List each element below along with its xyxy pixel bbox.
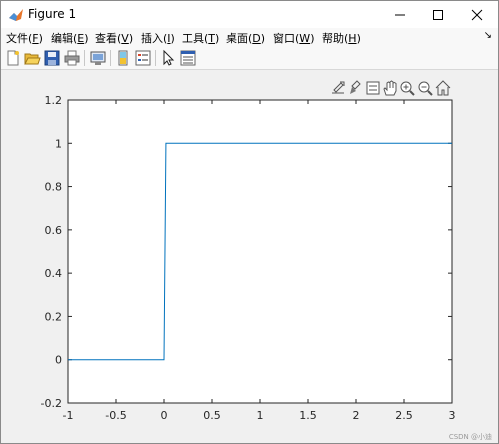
x-tick-label: 1.5 bbox=[299, 409, 317, 422]
x-tick-label: 3 bbox=[449, 409, 456, 422]
figure-window: Figure 1 文件(F) 编辑(E) 查看(V) 插入(I) 工具(T) 桌… bbox=[0, 0, 499, 444]
y-tick-label: 0.2 bbox=[45, 310, 63, 323]
x-tick-label: 0.5 bbox=[203, 409, 221, 422]
y-tick-label: 0 bbox=[55, 354, 62, 367]
watermark: CSDN @小迪 bbox=[448, 433, 492, 441]
x-tick-label: -1 bbox=[63, 409, 74, 422]
y-tick-label: 0.6 bbox=[45, 224, 63, 237]
x-tick-label: 0 bbox=[161, 409, 168, 422]
y-tick-label: 0.4 bbox=[45, 267, 63, 280]
y-tick-label: 0.8 bbox=[45, 181, 63, 194]
x-tick-label: -0.5 bbox=[105, 409, 126, 422]
y-tick-label: -0.2 bbox=[41, 397, 62, 410]
plot-axes[interactable]: -1 -0.5 0 0.5 1 1.5 2 2.5 3 -0.2 0 0.2 0.4 0.6 0.8 1 1.2 bbox=[1, 1, 498, 443]
x-tick-label: 1 bbox=[257, 409, 264, 422]
x-tick-label: 2 bbox=[353, 409, 360, 422]
y-tick-label: 1.2 bbox=[45, 94, 63, 107]
axes-box bbox=[67, 99, 453, 404]
y-tick-label: 1 bbox=[55, 137, 62, 150]
x-tick-label: 2.5 bbox=[395, 409, 413, 422]
